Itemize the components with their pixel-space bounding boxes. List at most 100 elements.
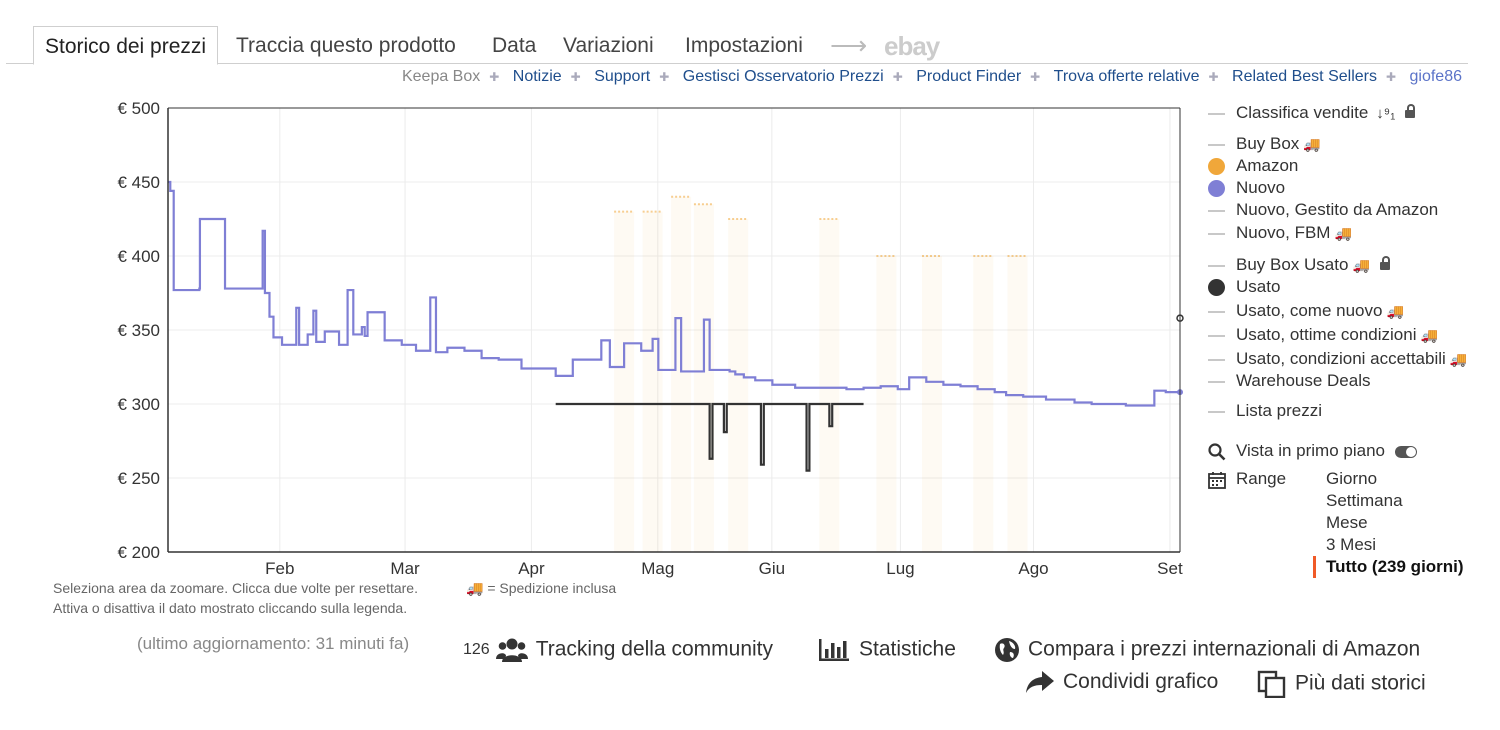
- tab-variations[interactable]: Variazioni: [563, 26, 654, 63]
- bar-chart-icon: [819, 639, 849, 661]
- last-update-text: (ultimo aggiornamento: 31 minuti fa): [137, 634, 410, 653]
- range-option-month[interactable]: Mese: [1326, 513, 1368, 533]
- link-related-best-sellers[interactable]: Related Best Sellers: [1232, 68, 1377, 85]
- legend-item-nuovo-fbm[interactable]: Nuovo, FBM 🚚: [1208, 222, 1352, 244]
- y-tick-label: € 300: [117, 395, 160, 414]
- sort-icon[interactable]: ↓⁹₁: [1376, 105, 1395, 122]
- tab-bar: Storico dei prezzi Traccia questo prodot…: [6, 26, 1468, 66]
- legend-marker: [1208, 334, 1225, 337]
- separator-icon: ✚: [489, 70, 500, 84]
- legend-label: Classifica vendite: [1236, 103, 1369, 122]
- legend-marker: [1208, 279, 1225, 297]
- legend-item-nuovo[interactable]: Nuovo: [1208, 177, 1285, 199]
- x-tick-label: Apr: [518, 559, 545, 578]
- x-tick-label: Mar: [390, 559, 420, 578]
- tab-price-history[interactable]: Storico dei prezzi: [33, 26, 219, 65]
- share-chart-button[interactable]: Condividi grafico: [1025, 670, 1218, 694]
- link-product-finder[interactable]: Product Finder: [916, 68, 1021, 85]
- truck-icon: 🚚: [1352, 257, 1370, 273]
- amazon-band: [921, 256, 942, 552]
- legend-item-used-like-new[interactable]: Usato, come nuovo 🚚: [1208, 300, 1404, 322]
- compare-international-button[interactable]: Compara i prezzi internazionali di Amazo…: [994, 637, 1420, 663]
- tab-settings[interactable]: Impostazioni: [685, 26, 803, 63]
- more-history-button[interactable]: Più dati storici: [1257, 670, 1426, 699]
- legend-item-nuovo-fba[interactable]: Nuovo, Gestito da Amazon: [1208, 199, 1438, 221]
- legend-label: Amazon: [1236, 156, 1299, 175]
- chart-hint-zoom: Seleziona area da zoomare. Clicca due vo…: [53, 580, 418, 596]
- range-option-week[interactable]: Settimana: [1326, 491, 1403, 511]
- amazon-band: [693, 204, 714, 552]
- link-user-account[interactable]: giofe86: [1410, 68, 1463, 85]
- statistics-label: Statistiche: [859, 637, 956, 661]
- x-tick-label: Mag: [641, 559, 674, 578]
- x-tick-label: Feb: [265, 559, 294, 578]
- range-option-3-months[interactable]: 3 Mesi: [1326, 535, 1376, 555]
- tab-data[interactable]: Data: [492, 26, 536, 63]
- legend-item-sales-rank[interactable]: Classifica vendite ↓⁹₁: [1208, 102, 1416, 124]
- compare-label: Compara i prezzi internazionali di Amazo…: [1028, 637, 1421, 661]
- legend-item-usato[interactable]: Usato: [1208, 276, 1280, 298]
- tab-track-product[interactable]: Traccia questo prodotto: [236, 26, 456, 63]
- legend-item-used-acceptable[interactable]: Usato, condizioni accettabili 🚚: [1208, 348, 1467, 370]
- legend-item-amazon[interactable]: Amazon: [1208, 155, 1298, 177]
- link-price-watch[interactable]: Gestisci Osservatorio Prezzi: [683, 68, 884, 85]
- legend-item-list-price[interactable]: Lista prezzi: [1208, 400, 1322, 422]
- x-tick-label: Set: [1157, 559, 1183, 578]
- x-tick-label: Giu: [759, 559, 785, 578]
- lock-icon: [1379, 255, 1390, 270]
- truck-icon: 🚚: [466, 580, 484, 596]
- sublinks-bar: Keepa Box ✚ Notizie ✚ Support ✚ Gestisci Os…: [402, 68, 1462, 86]
- legend-marker: [1208, 158, 1225, 176]
- legend-label: Usato, condizioni accettabili: [1236, 349, 1446, 368]
- toggle-switch[interactable]: [1395, 445, 1417, 458]
- legend-item-used-very-good[interactable]: Usato, ottime condizioni 🚚: [1208, 324, 1438, 346]
- separator-icon: ✚: [1030, 70, 1041, 84]
- link-support[interactable]: Support: [594, 68, 650, 85]
- x-tick-label: Ago: [1018, 559, 1048, 578]
- legend-item-buy-box-used[interactable]: Buy Box Usato 🚚: [1208, 254, 1390, 276]
- amazon-band: [614, 211, 635, 552]
- amazon-band: [819, 219, 840, 552]
- range-option-day[interactable]: Giorno: [1326, 469, 1377, 489]
- truck-icon: 🚚: [1303, 136, 1321, 152]
- globe-icon: [995, 638, 1019, 662]
- share-icon: [1026, 671, 1054, 694]
- tab-ebay[interactable]: ebay: [884, 26, 940, 66]
- legend-item-buy-box[interactable]: Buy Box 🚚: [1208, 133, 1321, 155]
- copy-icon: [1257, 670, 1286, 699]
- separator-icon: ✚: [1385, 70, 1397, 84]
- community-label: Tracking della community: [535, 637, 774, 661]
- legend-marker: [1208, 180, 1225, 198]
- legend-label: Lista prezzi: [1236, 401, 1322, 420]
- search-icon: [1208, 442, 1226, 460]
- legend-marker: [1208, 143, 1225, 146]
- legend-marker: [1208, 112, 1225, 115]
- community-tracking-button[interactable]: 126 Tracking della community: [463, 637, 773, 663]
- separator-icon: ✚: [1208, 70, 1219, 84]
- amazon-band: [876, 256, 897, 552]
- amazon-band: [1007, 256, 1028, 552]
- range-option-all[interactable]: Tutto (239 giorni): [1326, 557, 1464, 577]
- users-icon: [495, 638, 528, 662]
- link-keepa-box[interactable]: Keepa Box: [402, 68, 480, 85]
- x-tick-label: Lug: [886, 559, 914, 578]
- link-related-offers[interactable]: Trova offerte relative: [1054, 68, 1200, 85]
- foreground-view-toggle[interactable]: Vista in primo piano: [1208, 440, 1417, 462]
- range-label: Range: [1236, 469, 1287, 488]
- calendar-icon: [1208, 471, 1226, 489]
- y-tick-label: € 400: [117, 247, 160, 266]
- truck-icon: 🚚: [1334, 225, 1352, 241]
- legend-label: Usato, ottime condizioni: [1236, 325, 1417, 344]
- price-history-chart[interactable]: € 500 € 450 € 400 € 350 € 300 € 250 € 200 Feb Ma…: [0, 90, 1200, 590]
- chart-hint-legend: Attiva o disattiva il dato mostrato clic…: [53, 600, 408, 616]
- legend-label: Usato: [1236, 277, 1281, 296]
- link-notizie[interactable]: Notizie: [513, 68, 562, 85]
- separator-icon: ✚: [892, 70, 903, 84]
- arrow-right-icon: ⟶: [830, 30, 868, 60]
- amazon-band: [642, 211, 663, 552]
- y-tick-label: € 250: [117, 469, 160, 488]
- shipping-note: 🚚 = Spedizione inclusa: [466, 580, 616, 597]
- statistics-button[interactable]: Statistiche: [817, 637, 956, 663]
- legend-item-warehouse-deals[interactable]: Warehouse Deals: [1208, 370, 1371, 392]
- y-tick-label: € 500: [117, 99, 160, 118]
